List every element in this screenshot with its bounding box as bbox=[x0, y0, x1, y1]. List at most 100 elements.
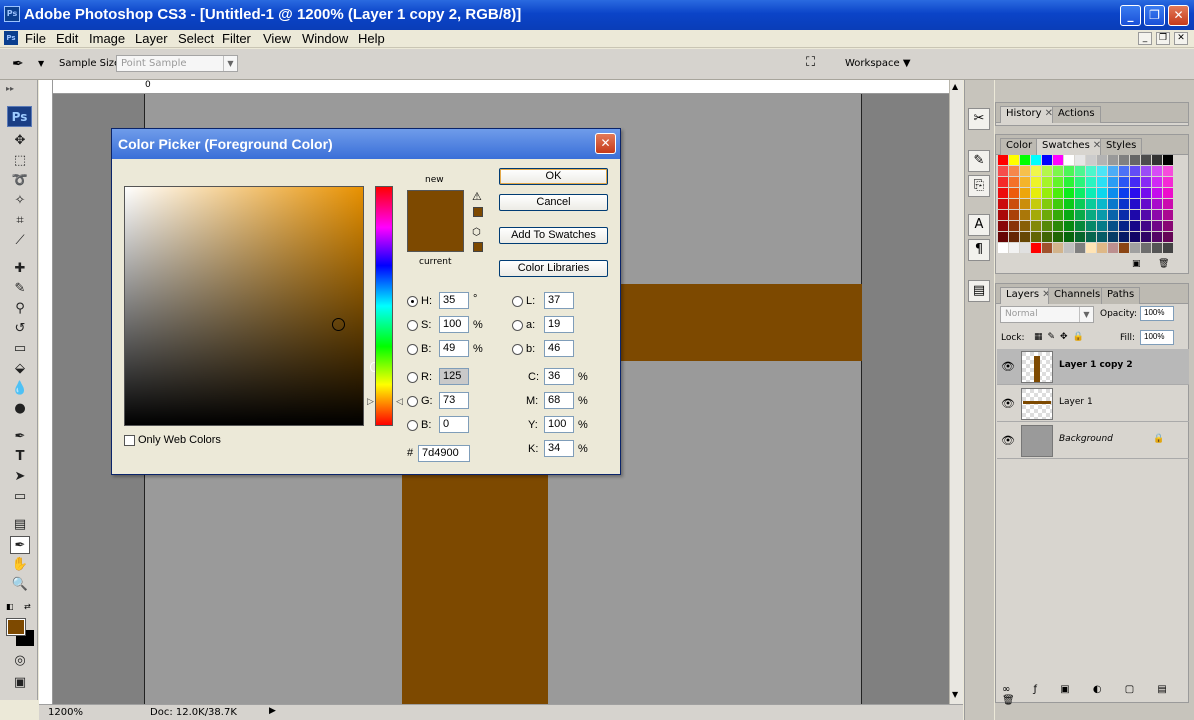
swatch[interactable] bbox=[1086, 199, 1096, 209]
magic-wand-icon[interactable]: ✧ bbox=[10, 192, 30, 210]
tool-presets-icon[interactable]: ✂ bbox=[968, 108, 990, 130]
swatch[interactable] bbox=[1009, 188, 1019, 198]
swatch[interactable] bbox=[1108, 177, 1118, 187]
swatch[interactable] bbox=[1152, 232, 1162, 242]
swatch[interactable] bbox=[1064, 155, 1074, 165]
color-libraries-button[interactable]: Color Libraries bbox=[499, 260, 608, 277]
swatch[interactable] bbox=[1152, 199, 1162, 209]
notes-tool-icon[interactable]: ▤ bbox=[10, 516, 30, 534]
swatch[interactable] bbox=[1064, 243, 1074, 253]
b-input[interactable]: 49 bbox=[439, 340, 469, 357]
paragraph-icon[interactable]: ¶ bbox=[968, 239, 990, 261]
k-input[interactable]: 34 bbox=[544, 440, 574, 457]
swatch[interactable] bbox=[1108, 166, 1118, 176]
swatch[interactable] bbox=[1086, 232, 1096, 242]
swatch[interactable] bbox=[1097, 243, 1107, 253]
cancel-button[interactable]: Cancel bbox=[499, 194, 608, 211]
l-input[interactable]: 37 bbox=[544, 292, 574, 309]
zoom-level[interactable]: 1200% bbox=[48, 707, 83, 718]
add-to-swatches-button[interactable]: Add To Swatches bbox=[499, 227, 608, 244]
swatch[interactable] bbox=[1042, 166, 1052, 176]
ok-button[interactable]: OK bbox=[499, 168, 608, 185]
hue-slider[interactable] bbox=[375, 186, 393, 426]
swatch[interactable] bbox=[1064, 210, 1074, 220]
tab-styles[interactable]: Styles bbox=[1100, 138, 1143, 155]
swatch[interactable] bbox=[1141, 177, 1151, 187]
swatch[interactable] bbox=[998, 188, 1008, 198]
swatch[interactable] bbox=[998, 232, 1008, 242]
swatch[interactable] bbox=[1141, 232, 1151, 242]
eraser-tool-icon[interactable]: ▭ bbox=[10, 340, 30, 358]
swatch[interactable] bbox=[1020, 232, 1030, 242]
lock-icons[interactable]: ▦✎✥🔒 bbox=[1034, 332, 1089, 342]
swatch[interactable] bbox=[1141, 199, 1151, 209]
radio-h[interactable] bbox=[407, 296, 418, 307]
swatch[interactable] bbox=[1053, 199, 1063, 209]
swatch[interactable] bbox=[1075, 188, 1085, 198]
brush-tool-icon[interactable]: ✎ bbox=[10, 280, 30, 298]
swatch[interactable] bbox=[1020, 210, 1030, 220]
swatch[interactable] bbox=[1097, 210, 1107, 220]
swatch[interactable] bbox=[1130, 166, 1140, 176]
menu-image[interactable]: Image bbox=[89, 31, 125, 46]
lasso-tool-icon[interactable]: ➰ bbox=[10, 172, 30, 190]
swatch[interactable] bbox=[998, 177, 1008, 187]
swatch[interactable] bbox=[1042, 177, 1052, 187]
eye-icon[interactable]: 👁 bbox=[1001, 397, 1015, 410]
swatch[interactable] bbox=[1152, 166, 1162, 176]
hue-arrow-right-icon[interactable]: ◁ bbox=[396, 397, 403, 407]
radio-b[interactable] bbox=[407, 344, 418, 355]
doc-restore-button[interactable]: ❐ bbox=[1156, 32, 1170, 45]
swatch[interactable] bbox=[1097, 177, 1107, 187]
g-input[interactable]: 73 bbox=[439, 392, 469, 409]
b-lab-input[interactable]: 46 bbox=[544, 340, 574, 357]
y-input[interactable]: 100 bbox=[544, 416, 574, 433]
zoom-tool-icon[interactable]: 🔍 bbox=[10, 576, 30, 594]
eye-icon[interactable]: 👁 bbox=[1001, 434, 1015, 447]
swatch[interactable] bbox=[1031, 177, 1041, 187]
trash-icon[interactable]: 🗑 bbox=[1158, 259, 1169, 269]
path-selection-icon[interactable]: ➤ bbox=[10, 468, 30, 486]
swatch[interactable] bbox=[1163, 221, 1173, 231]
swatch[interactable] bbox=[1097, 166, 1107, 176]
tab-channels[interactable]: Channels bbox=[1048, 287, 1107, 304]
swatch[interactable] bbox=[1086, 210, 1096, 220]
m-input[interactable]: 68 bbox=[544, 392, 574, 409]
swatch[interactable] bbox=[1064, 232, 1074, 242]
swatch[interactable] bbox=[1009, 199, 1019, 209]
swatch[interactable] bbox=[1042, 199, 1052, 209]
swatch[interactable] bbox=[1152, 210, 1162, 220]
close-button[interactable]: ✕ bbox=[1168, 5, 1189, 26]
web-safe-icon[interactable]: ⬡ bbox=[472, 227, 481, 238]
tab-paths[interactable]: Paths bbox=[1101, 287, 1141, 304]
menu-layer[interactable]: Layer bbox=[135, 31, 168, 46]
tab-actions[interactable]: Actions bbox=[1052, 106, 1101, 123]
swatch[interactable] bbox=[1119, 221, 1129, 231]
swatch[interactable] bbox=[1020, 177, 1030, 187]
swatch[interactable] bbox=[1086, 166, 1096, 176]
swatch[interactable] bbox=[1119, 243, 1129, 253]
pen-tool-icon[interactable]: ✒ bbox=[10, 428, 30, 446]
swatch[interactable] bbox=[1086, 221, 1096, 231]
type-tool-icon[interactable]: T bbox=[10, 448, 30, 466]
swatch[interactable] bbox=[1075, 243, 1085, 253]
brushes-icon[interactable]: ✎ bbox=[968, 150, 990, 172]
swatch[interactable] bbox=[1119, 188, 1129, 198]
swatch[interactable] bbox=[1042, 232, 1052, 242]
swatch[interactable] bbox=[1141, 243, 1151, 253]
sample-size-select[interactable]: Point Sample ▼ bbox=[116, 55, 238, 72]
eyedropper-tool-icon[interactable]: ✒ bbox=[10, 536, 30, 554]
clone-stamp-icon[interactable]: ⚲ bbox=[10, 300, 30, 318]
swatch[interactable] bbox=[1009, 232, 1019, 242]
r-input[interactable]: 125 bbox=[439, 368, 469, 385]
tab-history[interactable]: History ✕ bbox=[1000, 106, 1059, 123]
hand-tool-icon[interactable]: ✋ bbox=[10, 556, 30, 574]
swatch[interactable] bbox=[1042, 188, 1052, 198]
scroll-up-icon[interactable]: ▲ bbox=[952, 82, 958, 91]
swatch[interactable] bbox=[1130, 210, 1140, 220]
swatch[interactable] bbox=[1064, 188, 1074, 198]
swatch[interactable] bbox=[1130, 155, 1140, 165]
menu-view[interactable]: View bbox=[263, 31, 291, 46]
swatch[interactable] bbox=[1009, 177, 1019, 187]
swatch[interactable] bbox=[1108, 221, 1118, 231]
